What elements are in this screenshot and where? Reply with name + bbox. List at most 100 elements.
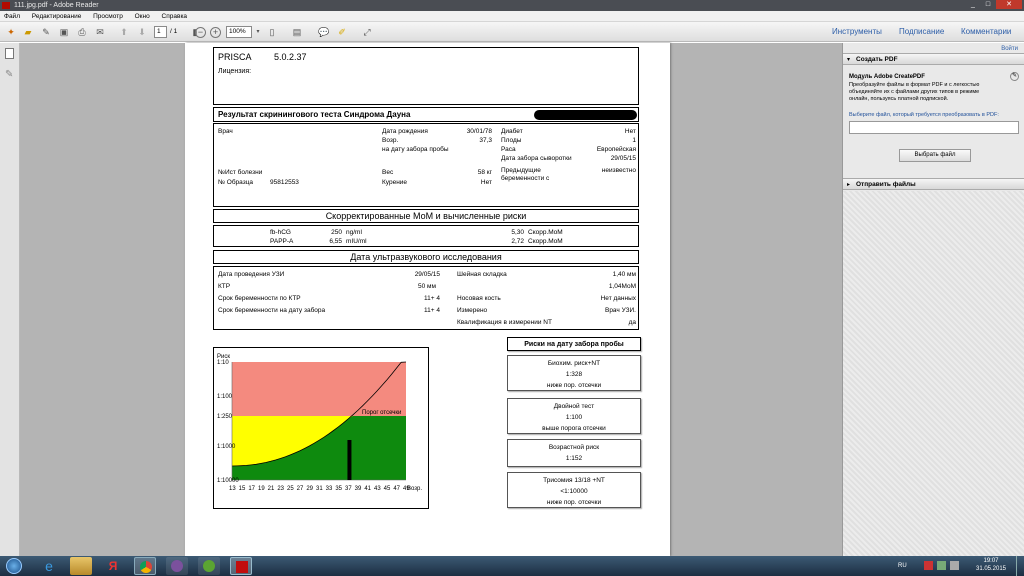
start-button-icon[interactable] (6, 558, 22, 574)
print-icon[interactable]: ⎙ (76, 26, 88, 38)
file-path-input[interactable] (849, 121, 1019, 134)
tray-icon[interactable] (924, 561, 933, 570)
tray-volume-icon[interactable] (950, 561, 959, 570)
chart-x-tick-label: 21 (268, 486, 275, 492)
serum-date-label: Дата забора сыворотки (501, 155, 572, 162)
measured-value: Врач УЗИ. (604, 307, 636, 314)
attachment-icon[interactable]: ✎ (5, 69, 13, 80)
measured-label: Измерено (457, 307, 488, 314)
zoom-out-icon[interactable]: − (195, 27, 206, 38)
page-total: / 1 (170, 28, 178, 35)
risk-chart: 1:101:1001:2501:10001:1000013 15 17 19 21 23 2… (217, 354, 422, 492)
mom-row-name: PAPP-A (270, 238, 294, 245)
panel-background (843, 191, 1024, 556)
tab-sign[interactable]: Подписание (899, 27, 944, 36)
page-thumbnails-icon[interactable] (5, 48, 14, 59)
nt-label: Шейная складка (457, 271, 507, 278)
mom-row-name: fb-hCG (270, 229, 291, 236)
chart-x-tick-label: 27 (297, 486, 304, 492)
menu-file[interactable]: Файл (4, 13, 20, 20)
prev-page-icon[interactable]: ⬆ (118, 26, 130, 38)
mom-row-mom: 5,30 (511, 229, 524, 236)
login-link[interactable]: Войти (963, 45, 1018, 53)
clock-date[interactable]: 31.05.2015 (975, 566, 1007, 573)
risk-title: Трисомия 13/18 +NT (543, 477, 605, 484)
create-pdf-section[interactable]: ▾ Создать PDF (843, 53, 1024, 65)
explorer-icon[interactable] (70, 557, 92, 575)
mom-row-value: 250 (331, 229, 342, 236)
save-icon[interactable]: ▣ (58, 26, 70, 38)
highlight-icon[interactable]: ✐ (336, 26, 348, 38)
zoom-dropdown-icon[interactable]: ▾ (252, 26, 264, 38)
risks-header-box: Риски на дату забора пробы (507, 337, 641, 351)
taskbar: e Я RU 19:07 31.05.2015 (0, 556, 1024, 576)
dob-label: Дата рождения (382, 128, 428, 135)
open-icon[interactable]: ▰ (22, 26, 34, 38)
lab-header-box: PRISCA 5.0.2.37 Лицензия: (213, 47, 639, 105)
create-pdf-title: Создать PDF (856, 56, 898, 63)
weight-value: 58 кг (477, 169, 492, 176)
chart-x-tick-label: 29 (306, 486, 313, 492)
chart-cutoff-label: Порог отсечки (362, 410, 401, 416)
title-bar: 111.jpg.pdf - Adobe Reader _ □ ✕ (0, 0, 1024, 11)
fit-page-icon[interactable]: ▯ (266, 26, 278, 38)
risk-chart-box: 1:10 1:100 1:250 1:1000 1:10000 13 15 17 19 21 23 2… (213, 347, 429, 509)
yandex-icon[interactable]: Я (102, 557, 124, 575)
mom-header: Скорректированные МоМ и вычисленные риск… (213, 209, 639, 223)
send-files-section[interactable]: ▸ Отправить файлы (843, 178, 1024, 190)
navigation-panel: ✎ (0, 43, 20, 556)
edit-icon[interactable]: ✎ (40, 26, 52, 38)
tray-network-icon[interactable] (937, 561, 946, 570)
tab-comment[interactable]: Комментарии (961, 27, 1011, 36)
comment-icon[interactable]: 💬 (318, 26, 330, 38)
menu-view[interactable]: Просмотр (93, 13, 123, 20)
window-title: 111.jpg.pdf - Adobe Reader (14, 2, 99, 9)
menu-edit[interactable]: Редактирование (32, 13, 82, 20)
patient-info-box: Врач Дата рождения 30/01/78 Возр. 37,3 н… (213, 123, 639, 207)
license-label: Лицензия: (218, 68, 252, 75)
next-page-icon[interactable]: ⬇ (136, 26, 148, 38)
maximize-button[interactable]: □ (981, 0, 995, 9)
info-icon[interactable]: ✎ (1010, 72, 1019, 81)
page-number-input[interactable]: 1 (154, 26, 167, 38)
mom-row-mom-label: Скорр.MoM (528, 238, 563, 245)
fetuses-label: Плоды (501, 137, 522, 144)
viber-icon[interactable] (166, 557, 188, 575)
ie-icon[interactable]: e (38, 557, 60, 575)
zoom-in-icon[interactable]: + (210, 27, 221, 38)
expand-icon[interactable]: ⤢ (361, 26, 373, 38)
chart-x-label: Возр. (407, 486, 422, 492)
serum-date-value: 29/05/15 (610, 155, 636, 162)
language-indicator[interactable]: RU (898, 562, 907, 570)
create-icon[interactable]: ✦ (5, 26, 17, 38)
close-button[interactable]: ✕ (996, 0, 1022, 9)
zoom-input[interactable]: 100% (226, 26, 252, 38)
utorrent-icon[interactable] (198, 557, 220, 575)
show-desktop-button[interactable] (1016, 556, 1024, 576)
adobe-reader-taskbar-icon[interactable] (230, 557, 252, 575)
ga-draw-label: Срок беременности на дату забора (218, 307, 326, 314)
select-file-label: Выберите файл, который требуется преобра… (849, 112, 999, 118)
tab-tools[interactable]: Инструменты (832, 27, 882, 36)
fetuses-value: 1 (632, 137, 636, 144)
risk-value: 1:328 (565, 371, 583, 378)
lab-name: PRISCA (218, 52, 252, 62)
minimize-button[interactable]: _ (966, 0, 980, 9)
nt-value: 1,40 мм (612, 271, 636, 278)
mom-row-mom-label: Скорр.MoM (528, 229, 563, 236)
chrome-icon[interactable] (134, 557, 156, 575)
risk-note: ниже пор. отсечки (546, 382, 602, 389)
fit-width-icon[interactable]: ▤ (291, 26, 303, 38)
redacted-name (534, 110, 637, 120)
select-file-button[interactable]: Выбрать файл (899, 149, 971, 162)
report-title-box: Результат скринингового теста Синдрома Д… (213, 107, 639, 122)
mom-row-unit: mIU/ml (346, 238, 367, 245)
chart-x-tick-label: 37 (345, 486, 352, 492)
module-title: Модуль Adobe CreatePDF (849, 74, 925, 80)
email-icon[interactable]: ✉ (94, 26, 106, 38)
weight-label: Вес (382, 169, 394, 176)
send-files-title: Отправить файлы (856, 181, 916, 188)
menu-help[interactable]: Справка (162, 13, 188, 20)
menu-window[interactable]: Окно (135, 13, 150, 20)
clock-time[interactable]: 19:07 (975, 558, 1007, 565)
